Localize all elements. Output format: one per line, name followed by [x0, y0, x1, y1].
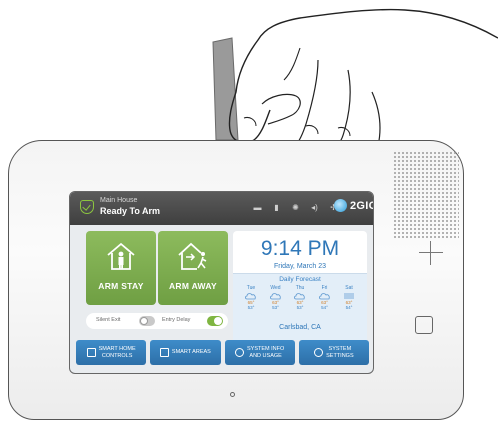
forecast-days: Tue 65° 53° Wed 63° 53° Thu 63° 53° Fri …: [241, 285, 359, 310]
speaker-grille: [393, 151, 459, 239]
nav-label: SYSTEM SETTINGS: [326, 346, 354, 359]
silent-exit-toggle[interactable]: [139, 316, 155, 326]
smart-home-controls-button[interactable]: SMART HOME CONTROLS: [76, 340, 147, 365]
nav-label-line2: AND USAGE: [249, 352, 282, 359]
day-name: Wed: [270, 285, 281, 291]
silent-exit-label: Silent Exit: [96, 317, 121, 323]
plus-hardware-button[interactable]: [419, 241, 443, 265]
volume-icon[interactable]: ◂): [310, 203, 319, 212]
home-icon: [86, 348, 96, 357]
entry-delay-label: Entry Delay: [162, 317, 191, 323]
forecast-day: Tue 65° 53°: [241, 285, 261, 310]
nav-label-line1: SYSTEM: [328, 346, 352, 352]
forecast-day: Fri 63° 54°: [315, 285, 335, 310]
system-info-button[interactable]: SYSTEM INFO AND USAGE: [224, 340, 295, 365]
day-low: 53°: [296, 305, 304, 310]
nav-label-line2: CONTROLS: [101, 352, 133, 359]
arm-stay-label: ARM STAY: [98, 281, 144, 291]
hand-outline: [228, 8, 498, 144]
toggle-knob: [214, 317, 222, 325]
status-icons: ▬ ▮ ✺ ◂) ✢: [253, 203, 338, 213]
status-bar: Main House Ready To Arm ▬ ▮ ✺ ◂) ✢ 2GIG: [70, 192, 373, 225]
house-person-icon: [107, 242, 135, 270]
touchscreen: Main House Ready To Arm ▬ ▮ ✺ ◂) ✢ 2GIG …: [69, 191, 374, 374]
brand-name: 2GIG: [350, 199, 373, 212]
message-icon[interactable]: ▬: [253, 203, 262, 212]
nav-label: SMART AREAS: [171, 349, 211, 356]
day-low: 53°: [247, 305, 255, 310]
day-name: Sat: [345, 285, 353, 291]
forecast-location: Carlsbad, CA: [279, 324, 321, 331]
clock-time: 9:14 PM: [260, 237, 340, 260]
forecast-day: Wed 63° 53°: [266, 285, 286, 310]
smart-areas-button[interactable]: SMART AREAS: [150, 340, 221, 365]
nav-label: SYSTEM INFO AND USAGE: [247, 346, 284, 359]
fog-icon: [344, 293, 354, 299]
arm-away-button[interactable]: ARM AWAY: [158, 231, 228, 305]
antenna: [212, 37, 239, 141]
arm-status-text[interactable]: Ready To Arm: [100, 206, 160, 216]
info-icon: [234, 348, 244, 357]
day-name: Fri: [321, 285, 328, 291]
bottom-nav: SMART HOME CONTROLS SMART AREAS SYSTEM IN…: [76, 340, 369, 365]
toggle-knob: [140, 317, 148, 325]
forecast-panel: Daily Forecast Tue 65° 53° Wed 63° 53° T…: [233, 273, 367, 340]
home-hardware-button[interactable]: [415, 316, 433, 334]
cloud-icon: [318, 293, 330, 300]
day-low: 54°: [345, 305, 353, 310]
brand-logo: 2GIG: [334, 199, 373, 212]
arm-stay-button[interactable]: ARM STAY: [86, 231, 156, 305]
grid-icon: [159, 348, 169, 357]
brightness-icon[interactable]: ✺: [291, 203, 300, 212]
arm-away-label: ARM AWAY: [168, 281, 218, 291]
forecast-day: Sat 63° 54°: [339, 285, 359, 310]
cloud-icon: [245, 293, 256, 300]
clock-date: Friday, March 23: [274, 263, 326, 270]
site-name: Main House: [100, 197, 138, 204]
cloud-icon: [269, 293, 281, 300]
day-low: 53°: [272, 305, 279, 310]
forecast-title: Daily Forecast: [279, 276, 321, 283]
microphone-pinhole: [230, 392, 235, 397]
gear-icon: [314, 348, 324, 357]
house-exit-icon: [178, 242, 207, 270]
shield-check-icon: [80, 200, 94, 214]
forecast-day: Thu 63° 53°: [290, 285, 310, 310]
system-settings-button[interactable]: SYSTEM SETTINGS: [298, 340, 369, 365]
clock-weather-panel[interactable]: 9:14 PM Friday, March 23 Daily Forecast …: [233, 231, 367, 340]
nav-label-line2: SETTINGS: [326, 352, 354, 359]
arm-options-row: Silent Exit Entry Delay: [86, 313, 228, 329]
day-name: Tue: [246, 285, 256, 291]
day-low: 54°: [321, 305, 328, 310]
entry-delay-toggle[interactable]: [207, 316, 223, 326]
day-name: Thu: [295, 285, 305, 291]
cloud-icon: [294, 293, 305, 300]
nav-label-line1: SYSTEM INFO: [246, 346, 285, 352]
globe-icon: [334, 199, 347, 212]
bookmark-icon[interactable]: ▮: [272, 203, 281, 212]
nav-label-line1: SMART HOME: [98, 346, 136, 352]
nav-label: SMART HOME CONTROLS: [99, 346, 136, 359]
